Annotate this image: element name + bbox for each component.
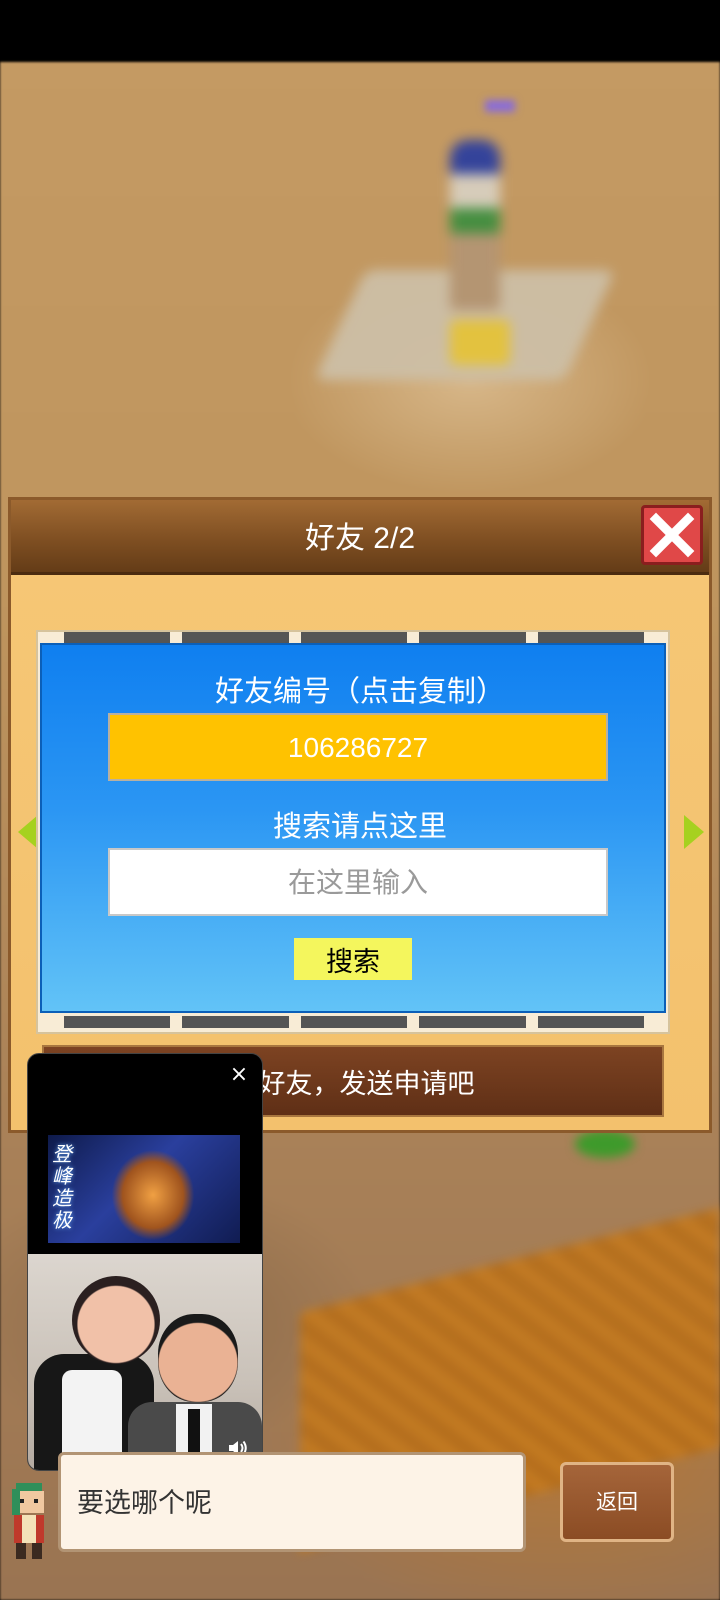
status-bar [0, 0, 720, 62]
search-button[interactable]: 搜索 [294, 938, 412, 980]
character-avatar [12, 1483, 44, 1559]
background-bush [575, 1130, 635, 1158]
tab-strip-bottom [64, 1016, 645, 1028]
chat-bubble: 要选哪个呢 [58, 1452, 526, 1552]
friend-id-label: 好友编号（点击复制） [214, 674, 505, 708]
search-input[interactable] [108, 848, 608, 916]
back-button[interactable]: 返回 [560, 1462, 674, 1542]
video-thumbnail[interactable]: 登峰造极 [48, 1135, 240, 1243]
close-button[interactable] [641, 505, 703, 565]
background-building [314, 130, 616, 400]
thumbnail-title: 登峰造极 [52, 1142, 72, 1232]
dialog-title: 好友 2/2 [304, 522, 416, 555]
video-close-icon[interactable]: × [226, 1062, 252, 1088]
search-label: 搜索请点这里 [272, 809, 447, 843]
background-flag [485, 100, 515, 112]
close-icon [649, 512, 695, 558]
friend-id-copy-box[interactable]: 106286727 [108, 713, 608, 781]
dialog-header: 好友 2/2 [11, 500, 709, 575]
floating-video-window[interactable]: × 登峰造极 [27, 1053, 263, 1471]
